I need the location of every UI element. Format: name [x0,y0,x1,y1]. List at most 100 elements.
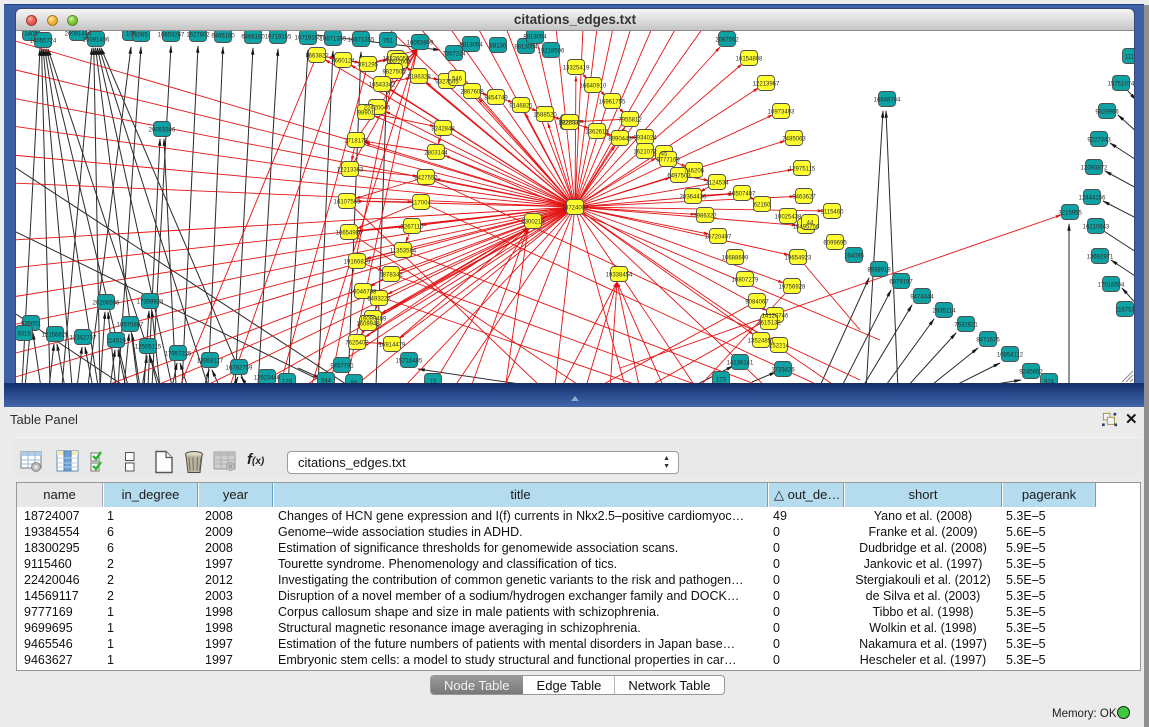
svg-text:2935114: 2935114 [933,308,957,314]
svg-text:6497503: 6497503 [667,173,691,179]
svg-text:9315: 9315 [17,331,31,337]
svg-text:15751074: 15751074 [1108,81,1134,87]
svg-text:18724007: 18724007 [562,205,589,211]
svg-text:20053346: 20053346 [149,127,176,133]
svg-text:944: 944 [321,378,332,383]
svg-text:9474444: 9474444 [910,294,934,300]
svg-text:14055724: 14055724 [30,38,57,44]
svg-text:13692971: 13692971 [1087,254,1114,260]
svg-text:9084067: 9084067 [745,299,769,305]
svg-text:88130: 88130 [490,43,507,49]
svg-text:12213363: 12213363 [337,167,364,173]
svg-text:6466160: 6466160 [241,34,265,40]
svg-text:10654985: 10654985 [336,230,363,236]
svg-text:12093872: 12093872 [1081,165,1108,171]
svg-text:20364436: 20364436 [680,194,707,200]
svg-text:13325419: 13325419 [563,65,590,71]
svg-text:16914479: 16914479 [379,342,406,348]
svg-text:114519: 114519 [106,338,126,344]
svg-text:7955812: 7955812 [618,117,642,123]
svg-text:8813054: 8813054 [459,42,483,48]
svg-text:8813054: 8813054 [514,44,538,50]
svg-text:3267110: 3267110 [401,224,425,230]
svg-text:12444156: 12444156 [1079,195,1106,201]
svg-text:7485063: 7485063 [782,136,806,142]
svg-text:1822037: 1822037 [558,120,582,126]
svg-text:8242848: 8242848 [431,126,455,132]
svg-text:1405: 1405 [24,31,38,37]
svg-text:15720407: 15720407 [705,234,732,240]
svg-text:19338454: 19338454 [606,272,633,278]
svg-text:1733426: 1733426 [771,367,795,373]
svg-text:1112: 1112 [1125,54,1134,60]
svg-text:164095: 164095 [844,253,865,259]
svg-text:117004: 117004 [411,200,431,206]
svg-text:17957225: 17957225 [165,351,192,357]
svg-text:7625402: 7625402 [345,340,369,346]
svg-text:12213967: 12213967 [753,81,780,87]
svg-text:3215955: 3215955 [1058,210,1082,216]
svg-text:16671355: 16671355 [348,37,375,43]
svg-text:12342737: 12342737 [70,335,97,341]
svg-text:9329966: 9329966 [1095,109,1119,115]
svg-text:116753: 116753 [1115,307,1134,313]
svg-text:8813054: 8813054 [523,34,547,40]
svg-text:10973493: 10973493 [768,109,795,115]
svg-text:8427552: 8427552 [414,175,438,181]
svg-text:252214: 252214 [769,343,790,349]
svg-text:7357224: 7357224 [442,51,466,57]
svg-text:129: 129 [282,379,293,383]
svg-text:16107563: 16107563 [334,199,361,205]
svg-text:1588520: 1588520 [533,112,557,118]
svg-text:16543342: 16543342 [369,82,396,88]
svg-text:2718179: 2718179 [344,138,368,144]
svg-text:7986322: 7986322 [693,213,717,219]
svg-text:8938918: 8938918 [867,267,891,273]
svg-text:7632621: 7632621 [954,322,978,328]
svg-text:10854112: 10854112 [997,352,1024,358]
svg-text:16210643: 16210643 [1083,224,1110,230]
svg-text:12505115: 12505115 [135,344,162,350]
svg-text:16053809: 16053809 [407,40,434,46]
svg-text:6934024: 6934024 [633,135,657,141]
svg-text:19166825: 19166825 [344,259,371,265]
svg-text:751: 751 [383,38,394,44]
svg-text:9146821: 9146821 [509,103,533,109]
svg-text:98901: 98901 [358,110,375,116]
svg-text:9827505: 9827505 [382,69,406,75]
svg-text:8454749: 8454749 [484,95,508,101]
svg-text:19218506: 19218506 [538,48,565,54]
svg-text:6879197: 6879197 [889,279,913,285]
svg-text:10046788: 10046788 [350,289,377,295]
svg-text:10719155: 10719155 [295,35,322,41]
svg-text:3124534: 3124534 [705,180,729,186]
svg-text:1527602: 1527602 [186,32,210,38]
svg-text:19975887: 19975887 [117,322,144,328]
svg-text:10507487: 10507487 [729,191,756,197]
svg-text:94: 94 [351,380,358,383]
svg-text:12923446: 12923446 [254,375,281,381]
svg-text:16961755: 16961755 [599,99,626,105]
svg-text:8990443: 8990443 [608,136,632,142]
svg-text:9777169: 9777169 [656,157,680,163]
svg-text:924: 924 [1044,379,1055,383]
svg-text:6099695: 6099695 [823,240,847,246]
svg-text:16671355: 16671355 [320,36,347,42]
svg-text:546: 546 [452,76,463,82]
svg-text:14136141: 14136141 [727,360,754,366]
svg-text:15716485: 15716485 [396,358,423,364]
svg-text:10025438: 10025438 [775,214,802,220]
svg-text:19756928: 19756928 [779,284,806,290]
svg-text:14120746: 14120746 [762,313,789,319]
svg-text:2867608: 2867608 [460,89,484,95]
svg-text:9245652: 9245652 [1019,369,1043,375]
svg-text:5878342: 5878342 [379,272,403,278]
svg-text:17359928: 17359928 [137,299,164,305]
svg-text:13958117: 13958117 [197,358,224,364]
svg-text:1621072: 1621072 [633,149,657,155]
svg-text:5493222: 5493222 [367,296,391,302]
svg-text:20091406: 20091406 [83,37,110,43]
svg-text:9463627: 9463627 [792,194,816,200]
svg-text:1615132: 1615132 [757,320,781,326]
svg-text:2087652: 2087652 [715,37,739,43]
